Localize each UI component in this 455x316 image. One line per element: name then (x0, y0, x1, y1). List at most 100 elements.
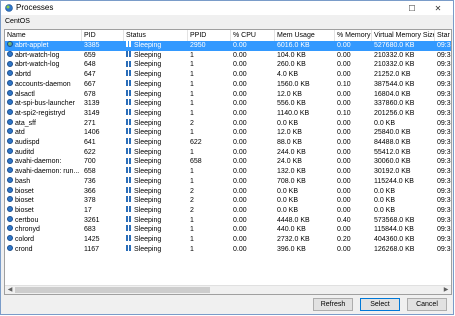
cell-memory-percent: 0.00 (335, 245, 372, 255)
table-row[interactable]: abrt-applet 3385 Sleeping 2950 0.00 6016.0 KB… (5, 41, 451, 51)
cell-status: Sleeping (124, 60, 188, 70)
cell-memory-percent: 0.00 (335, 70, 372, 80)
cell-virtual-memory: 115844.0 KB (372, 225, 435, 235)
table-row[interactable]: bioset 378 Sleeping 2 0.00 0.0 KB 0.00 0.0 KB 09… (5, 196, 451, 206)
cell-cpu: 0.00 (231, 157, 275, 167)
maximize-button[interactable]: ☐ (399, 1, 425, 15)
scroll-left-icon[interactable]: ◀ (6, 286, 14, 294)
cell-ppid: 1 (188, 109, 231, 119)
scroll-thumb[interactable] (15, 287, 210, 293)
cell-cpu: 0.00 (231, 245, 275, 255)
cell-pid: 622 (82, 148, 124, 158)
column-header-start[interactable]: Star (435, 30, 451, 41)
horizontal-scrollbar[interactable]: ◀ ▶ (5, 285, 451, 294)
cell-memory-percent-text: 0.00 (337, 42, 351, 49)
cell-cpu-text: 0.00 (233, 226, 247, 234)
table-row[interactable]: atd 1406 Sleeping 1 0.00 12.0 KB 0.00 25840.0 K… (5, 128, 451, 138)
cell-name-text: bioset (15, 187, 34, 195)
cell-name: audispd (5, 138, 82, 148)
cell-mem-usage-text: 0.0 KB (277, 119, 299, 127)
column-header-memory-percent[interactable]: % Memory (335, 30, 372, 41)
cell-ppid-text: 2950 (190, 42, 206, 49)
select-button[interactable]: Select (360, 298, 400, 311)
column-header-pid[interactable]: PID (82, 30, 124, 41)
cell-name: bioset (5, 186, 82, 197)
table-row[interactable]: ata_sff 271 Sleeping 2 0.00 0.0 KB 0.00 0.0 KB 0… (5, 118, 451, 129)
column-header-status[interactable]: Status (124, 30, 188, 41)
cell-mem-usage: 2732.0 KB (275, 235, 335, 245)
cell-cpu: 0.00 (231, 138, 275, 148)
process-icon (7, 128, 13, 135)
maximize-icon: ☐ (408, 3, 416, 13)
column-header-ppid[interactable]: PPID (188, 30, 231, 41)
table-row[interactable]: bioset 366 Sleeping 2 0.00 0.0 KB 0.00 0.0 KB 09… (5, 186, 451, 197)
table-row[interactable]: alsactl 678 Sleeping 1 0.00 12.0 KB 0.00 16804.… (5, 89, 451, 100)
table-row[interactable]: accounts-daemon 667 Sleeping 1 0.00 1560.0 KB… (5, 79, 451, 90)
cell-ppid: 2 (188, 196, 231, 206)
cell-start-text: 09:3 (437, 177, 451, 185)
scroll-right-icon[interactable]: ▶ (442, 286, 450, 294)
column-header-cpu[interactable]: % CPU (231, 30, 275, 41)
cell-memory-percent-text: 0.00 (337, 51, 351, 59)
cell-ppid: 2 (188, 119, 231, 129)
cell-mem-usage: 104.0 KB (275, 51, 335, 61)
cell-mem-usage-text: 2732.0 KB (277, 236, 310, 243)
table-row[interactable]: abrtd 647 Sleeping 1 0.00 4.0 KB 0.00 21252.0 K… (5, 70, 451, 80)
cell-ppid-text: 1 (190, 80, 194, 88)
table-row[interactable]: auditd 622 Sleeping 1 0.00 244.0 KB 0.00 55412.… (5, 147, 451, 158)
cell-virtual-memory-text: 404360.0 KB (374, 236, 415, 243)
cell-start: 09:3 (435, 216, 451, 226)
cell-ppid: 658 (188, 157, 231, 167)
cell-ppid: 1 (188, 90, 231, 100)
column-header-name[interactable]: Name (5, 30, 82, 41)
table-row[interactable]: avahi-daemon: 700 Sleeping 658 0.00 24.0 KB 0.… (5, 157, 451, 167)
close-button[interactable]: ✕ (425, 1, 451, 15)
table-row[interactable]: certbou 3261 Sleeping 1 0.00 4448.0 KB 0.40 573… (5, 215, 451, 226)
table-row[interactable]: bash 736 Sleeping 1 0.00 708.0 KB 0.00 115244.0… (5, 176, 451, 187)
pause-icon (126, 244, 132, 251)
cell-name-text: certbou (15, 216, 39, 224)
table-row[interactable]: abrt-watch-log 648 Sleeping 1 0.00 260.0 KB 0.… (5, 60, 451, 70)
cell-name-text: abrt-applet (15, 42, 49, 49)
cell-pid-text: 641 (84, 139, 96, 146)
cancel-button[interactable]: Cancel (407, 298, 447, 311)
process-table[interactable]: Name PID Status PPID % CPU Mem Usage % M… (4, 29, 452, 295)
cell-mem-usage-text: 12.0 KB (277, 129, 302, 137)
table-row[interactable]: avahi-daemon: run... 658 Sleeping 1 0.00 132.… (5, 167, 451, 177)
cell-pid-text: 3139 (84, 100, 100, 108)
cell-name: alsactl (5, 89, 82, 100)
cell-cpu: 0.00 (231, 80, 275, 90)
cell-start: 09:3 (435, 196, 451, 206)
cell-memory-percent-text: 0.00 (337, 148, 351, 156)
table-row[interactable]: chronyd 683 Sleeping 1 0.00 440.0 KB 0.00 11584… (5, 225, 451, 235)
refresh-button[interactable]: Refresh (313, 298, 353, 311)
cell-pid-text: 1406 (84, 129, 100, 137)
process-icon (7, 99, 13, 106)
process-icon (7, 60, 13, 67)
table-row[interactable]: colord 1425 Sleeping 1 0.00 2732.0 KB 0.20 4043… (5, 235, 451, 245)
cell-cpu: 0.00 (231, 216, 275, 226)
cell-mem-usage-text: 1140.0 KB (277, 109, 310, 117)
cell-start: 09:3 (435, 41, 451, 51)
cell-mem-usage: 132.0 KB (275, 167, 335, 177)
cell-virtual-memory: 0.0 KB (372, 196, 435, 206)
cell-start: 09:3 (435, 80, 451, 90)
table-row[interactable]: abrt-watch-log 659 Sleeping 1 0.00 104.0 KB 0.… (5, 50, 451, 61)
table-row[interactable]: crond 1167 Sleeping 1 0.00 396.0 KB 0.00 126268… (5, 244, 451, 255)
cell-mem-usage-text: 104.0 KB (277, 51, 306, 59)
table-row[interactable]: audispd 641 Sleeping 622 0.00 88.0 KB 0.00 8448… (5, 138, 451, 148)
column-header-mem-usage[interactable]: Mem Usage (275, 30, 335, 41)
cell-ppid-text: 1 (190, 216, 194, 224)
table-row[interactable]: at-spi-bus-launcher 3139 Sleeping 1 0.00 556.… (5, 99, 451, 109)
column-header-virtual-memory[interactable]: Virtual Memory Size (372, 30, 435, 41)
cell-name: bash (5, 176, 82, 187)
cell-status-text: Sleeping (134, 100, 162, 108)
cell-pid: 700 (82, 157, 124, 167)
title-bar[interactable]: Processes ☐ ✕ (1, 1, 453, 15)
cell-virtual-memory-text: 0.0 KB (374, 187, 396, 195)
cell-pid-text: 667 (84, 80, 96, 88)
cell-start: 09:3 (435, 51, 451, 61)
table-row[interactable]: bioset 17 Sleeping 2 0.00 0.0 KB 0.00 0.0 KB 09:… (5, 206, 451, 216)
table-row[interactable]: at-spi2-registryd 3149 Sleeping 1 0.00 1140.0… (5, 109, 451, 119)
cell-memory-percent-text: 0.00 (337, 90, 351, 98)
